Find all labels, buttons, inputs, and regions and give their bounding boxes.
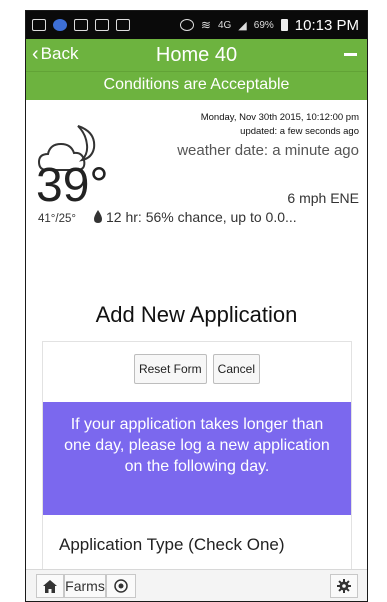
status-bar-right: ≋ 4G ◢ 69% 10:13 PM (179, 16, 359, 34)
clock: 10:13 PM (294, 16, 359, 34)
current-temperature: 39° (36, 159, 109, 212)
network-type: 4G (217, 19, 232, 31)
application-type-label: Application Type (Check One) (59, 535, 285, 554)
raindrop-icon (94, 210, 102, 223)
battery-icon (280, 19, 288, 31)
phone-screen: ≋ 4G ◢ 69% 10:13 PM ‹ Back Home 40 Condi… (25, 10, 368, 602)
image-icon (74, 19, 88, 31)
farms-button[interactable]: Farms (64, 574, 106, 598)
farms-label: Farms (65, 578, 105, 594)
minus-icon[interactable] (344, 53, 357, 56)
screenshot-icon (95, 19, 109, 31)
stack-icon (116, 19, 130, 31)
app-notification-icon (53, 19, 67, 31)
back-button[interactable]: ‹ Back (32, 44, 78, 64)
battery-percent: 69% (253, 19, 274, 31)
weather-panel: Monday, Nov 30th 2015, 10:12:00 pm updat… (26, 100, 367, 270)
wifi-icon: ≋ (200, 18, 211, 32)
settings-button[interactable] (330, 574, 358, 598)
gear-icon (337, 579, 351, 593)
form-button-row: Reset Form Cancel (43, 354, 351, 384)
app-header: ‹ Back Home 40 (26, 39, 367, 71)
message-icon (32, 19, 46, 31)
multi-day-notice: If your application takes longer than on… (43, 402, 351, 515)
signal-icon: ◢ (238, 19, 247, 32)
home-icon (43, 579, 57, 593)
high-low-temperature: 41°/25° (38, 213, 76, 225)
cancel-button[interactable]: Cancel (212, 354, 261, 384)
wind-speed: 6 mph ENE (287, 190, 359, 206)
locate-button[interactable] (106, 574, 136, 598)
bottom-toolbar: Farms (26, 569, 367, 601)
rain-forecast: 12 hr: 56% chance, up to 0.0... (106, 209, 297, 225)
target-icon (114, 579, 128, 593)
reset-form-button[interactable]: Reset Form (133, 354, 207, 384)
application-form: Reset Form Cancel If your application ta… (42, 341, 352, 583)
section-title: Add New Application (95, 302, 298, 327)
weather-date: weather date: a minute ago (177, 142, 359, 159)
back-label: Back (40, 44, 79, 63)
home-button[interactable] (36, 574, 64, 598)
updated-time: updated: a few seconds ago (240, 126, 359, 137)
chevron-left-icon: ‹ (32, 43, 39, 65)
current-date: Monday, Nov 30th 2015, 10:12:00 pm (200, 112, 359, 123)
conditions-banner: Conditions are Acceptable (26, 71, 367, 100)
status-bar: ≋ 4G ◢ 69% 10:13 PM (26, 11, 367, 39)
status-bar-left (32, 19, 130, 31)
alarm-icon (179, 19, 194, 31)
